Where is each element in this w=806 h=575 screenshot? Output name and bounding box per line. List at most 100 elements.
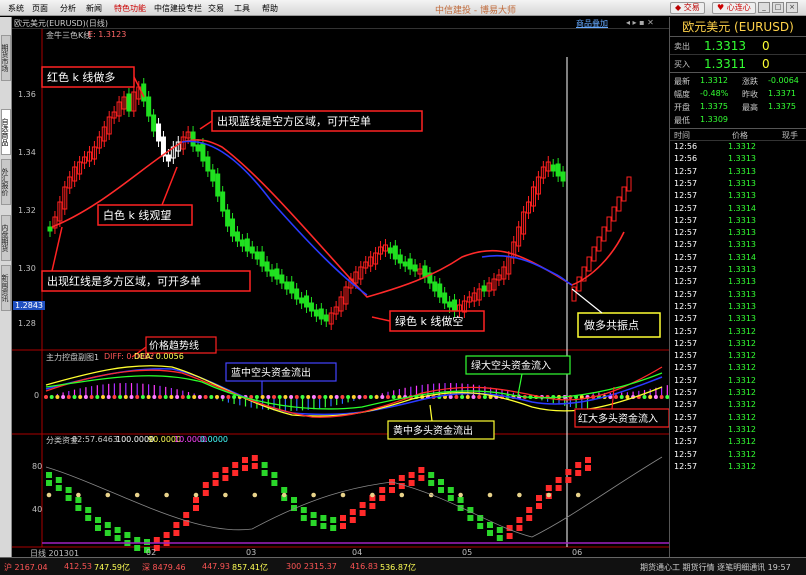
flow-block xyxy=(438,487,444,493)
sz-index: 深 8479.46 xyxy=(142,563,186,572)
side-tab-domestic[interactable]: 内盘期货 xyxy=(1,215,11,261)
tick-row: 12:57 1.3312 xyxy=(670,424,806,436)
macd-dot xyxy=(380,395,385,399)
stat-label: 开盘 xyxy=(674,103,690,112)
chart-area[interactable]: 欧元美元(EURUSD)(日线) 商品叠加 ◂ ▸ ▪ ✕ 金牛三色K线 E: … xyxy=(12,17,669,558)
price-tick: 1.32 xyxy=(18,206,36,215)
macd-dot xyxy=(61,395,66,399)
flow-block xyxy=(212,472,219,478)
flow-block xyxy=(114,535,121,541)
tick-price: 1.3312 xyxy=(728,363,756,373)
sh-amount: 747.59亿 xyxy=(94,563,130,572)
macd-dot xyxy=(44,395,48,399)
macd-dot xyxy=(89,395,94,399)
flow-block xyxy=(134,545,141,551)
flow-block xyxy=(65,487,72,493)
stat-value: 1.3375 xyxy=(768,102,796,111)
side-tab-forex[interactable]: 外汇报价 xyxy=(1,159,11,205)
tick-row: 12:57 1.3312 xyxy=(670,399,806,411)
side-tab-watchlist[interactable]: 自选商品 xyxy=(1,109,11,155)
flow-block xyxy=(398,475,405,481)
buy-price: 1.3311 xyxy=(704,57,746,71)
menu-system[interactable]: 系统 xyxy=(8,3,24,14)
flow-block xyxy=(104,530,111,536)
candle xyxy=(318,308,324,320)
flow-block xyxy=(526,515,533,521)
buy-vol: 0 xyxy=(762,57,770,71)
flow-block xyxy=(153,537,160,543)
macd-dot xyxy=(306,395,311,399)
menu-column[interactable]: 中信建投专栏 xyxy=(154,3,202,14)
tick-price: 1.3312 xyxy=(728,449,756,459)
flow-block xyxy=(340,523,346,529)
flow-block xyxy=(536,503,542,509)
flow-block xyxy=(232,462,239,468)
flow-block xyxy=(173,522,180,528)
macd-dot xyxy=(254,395,259,399)
candle xyxy=(220,191,226,212)
flow-block xyxy=(506,533,513,539)
sub1-zero: 0 xyxy=(34,391,40,400)
flow-block xyxy=(330,517,337,523)
minimize-icon[interactable]: _ xyxy=(758,2,770,13)
hs300-index: 300 2315.37 xyxy=(286,562,337,571)
annotation-price-trend-text: 价格趋势线 xyxy=(149,339,199,352)
macd-dot xyxy=(106,395,111,399)
candle xyxy=(432,281,438,292)
macd-dot xyxy=(226,395,231,399)
stats-row: 幅度 -0.48% 昨收 1.3371 xyxy=(670,88,806,101)
quote-name: 欧元美元 (EURUSD) xyxy=(670,17,806,37)
tick-row: 12:57 1.3312 xyxy=(670,436,806,448)
flow-block xyxy=(202,482,209,488)
tick-time: 12:57 xyxy=(674,351,698,361)
flow-block xyxy=(212,480,219,486)
menu-special[interactable]: 特色功能 xyxy=(114,3,146,14)
candle xyxy=(47,226,53,232)
macd-dot xyxy=(460,395,465,399)
tick-row: 12:57 1.3313 xyxy=(670,313,806,325)
macd-dot xyxy=(101,395,105,399)
candle xyxy=(259,251,265,267)
candle xyxy=(611,206,617,222)
side-tab-futures[interactable]: 期货市场 xyxy=(1,35,11,81)
macd-dot xyxy=(272,395,276,399)
stats-row: 最低 1.3309 xyxy=(670,114,806,127)
side-tab-news[interactable]: 新闻资讯 xyxy=(1,265,11,311)
tick-header: 时间 价格 现手 xyxy=(670,129,806,141)
flow-block xyxy=(85,507,92,513)
menu-tools[interactable]: 工具 xyxy=(234,3,250,14)
candle xyxy=(397,254,403,264)
candle xyxy=(586,256,592,272)
status-bar: 沪 2167.04 412.53 747.59亿 深 8479.46 447.9… xyxy=(0,557,806,575)
close-icon[interactable]: × xyxy=(786,2,798,13)
macd-dot xyxy=(477,395,482,399)
tick-row: 12:57 1.3313 xyxy=(670,166,806,178)
menu-page[interactable]: 页面 xyxy=(32,3,48,14)
maximize-icon[interactable]: □ xyxy=(772,2,784,13)
tick-row: 12:57 1.3313 xyxy=(670,276,806,288)
help-button[interactable]: ♥ 心连心 xyxy=(712,2,756,14)
flow-block xyxy=(193,497,199,503)
menu-news[interactable]: 新闻 xyxy=(86,3,102,14)
tick-time: 12:57 xyxy=(674,375,698,385)
macd-dot xyxy=(66,395,71,399)
menu-bar: 系统 页面 分析 新闻 特色功能 中信建投专栏 交易 工具 帮助 中信建投 - … xyxy=(0,0,806,16)
flow-dot xyxy=(223,492,228,498)
macd-dot xyxy=(277,395,282,399)
flow-dot xyxy=(252,492,258,498)
macd-dot xyxy=(163,395,168,399)
annotation-green-big: 绿大空头资金流入 xyxy=(465,355,571,396)
trade-button[interactable]: ◆ 交易 xyxy=(670,2,705,14)
price-tick: 1.34 xyxy=(18,148,36,157)
flow-block xyxy=(46,480,52,486)
menu-analysis[interactable]: 分析 xyxy=(60,3,76,14)
menu-trade[interactable]: 交易 xyxy=(208,3,224,14)
flow-block xyxy=(585,457,591,463)
flow-block xyxy=(202,490,209,496)
macd-dot xyxy=(129,395,134,399)
stats-row: 最新 1.3312 涨跌 -0.0064 xyxy=(670,75,806,88)
annotation-blue-line: 出现蓝线是空方区域，可开空单 xyxy=(199,110,423,132)
trade-button-label: 交易 xyxy=(683,3,700,12)
macd-dot xyxy=(72,395,77,399)
menu-help[interactable]: 帮助 xyxy=(262,3,278,14)
